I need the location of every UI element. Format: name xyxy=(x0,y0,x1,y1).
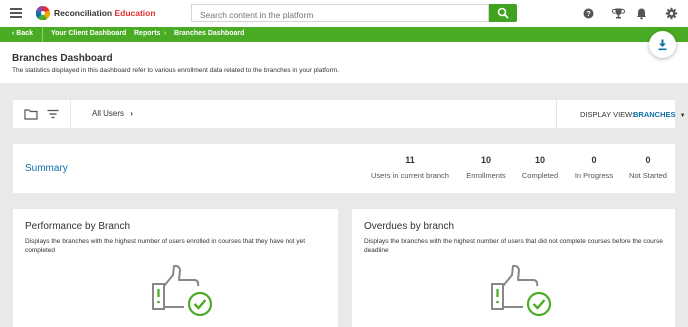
filter-bar: All Users › DISPLAY VIEW: BRANCHES ▼ xyxy=(13,100,686,128)
page-header: Branches Dashboard The statistics displa… xyxy=(0,42,688,83)
search-input[interactable] xyxy=(192,7,488,23)
download-button[interactable] xyxy=(649,31,676,58)
thumbs-up-check-icon xyxy=(491,264,552,317)
caret-down-icon: ▼ xyxy=(679,113,686,119)
gear-icon[interactable] xyxy=(665,7,678,20)
card-title: Overdues by branch xyxy=(364,221,455,232)
stat-label-not-started: Not Started xyxy=(629,171,667,180)
divider xyxy=(42,27,43,42)
display-view-dropdown[interactable]: BRANCHES ▼ xyxy=(633,110,686,119)
all-users-selector[interactable]: All Users › xyxy=(92,109,133,118)
brand-main: Reconciliation xyxy=(54,8,113,18)
svg-text:?: ? xyxy=(586,11,590,18)
back-label: Back xyxy=(16,30,34,37)
back-button[interactable]: ‹ Back xyxy=(12,30,33,37)
overdues-by-branch-card: Overdues by branch Displays the branches… xyxy=(352,209,675,327)
bell-icon[interactable] xyxy=(635,7,648,20)
brand-accent: Education xyxy=(114,8,156,18)
chevron-left-icon: ‹ xyxy=(12,30,15,37)
divider xyxy=(70,100,71,128)
folder-icon[interactable] xyxy=(24,108,38,120)
page-description: The statistics displayed in this dashboa… xyxy=(12,67,339,74)
download-icon xyxy=(658,39,667,51)
card-title: Performance by Branch xyxy=(25,221,131,232)
chevron-right-icon: › xyxy=(124,30,127,37)
divider xyxy=(556,100,557,128)
card-description: Displays the branches with the highest n… xyxy=(364,238,663,254)
performance-by-branch-card: Performance by Branch Displays the branc… xyxy=(13,209,338,327)
stat-value-not-started: 0 xyxy=(645,155,651,165)
top-bar: Reconciliation Education ? xyxy=(0,0,688,27)
brand-name[interactable]: Reconciliation Education xyxy=(54,8,156,18)
card-description: Displays the branches with the highest n… xyxy=(25,238,306,254)
display-view-label: DISPLAY VIEW: xyxy=(580,110,635,119)
breadcrumb-item-client-dashboard[interactable]: Your Client Dashboard xyxy=(51,30,126,37)
search-icon xyxy=(497,7,509,19)
breadcrumb-item-reports[interactable]: Reports xyxy=(134,30,160,37)
chevron-right-icon: › xyxy=(130,109,133,118)
display-view-value: BRANCHES xyxy=(633,110,676,119)
summary-panel: Summary 11 Users in current branch 10 En… xyxy=(13,144,675,193)
logo-icon xyxy=(36,6,50,20)
all-users-label: All Users xyxy=(92,109,125,118)
summary-title[interactable]: Summary xyxy=(25,163,68,174)
chevron-right-icon: › xyxy=(164,30,167,37)
page-title: Branches Dashboard xyxy=(12,53,113,64)
breadcrumb: ‹ Back Your Client Dashboard › Reports ›… xyxy=(0,27,688,42)
trophy-icon[interactable] xyxy=(612,7,625,20)
help-icon[interactable]: ? xyxy=(582,7,595,20)
filter-icon[interactable] xyxy=(47,109,59,119)
hamburger-menu-icon[interactable] xyxy=(10,8,22,18)
breadcrumb-item-current: Branches Dashboard xyxy=(174,30,245,37)
thumbs-up-check-icon xyxy=(152,264,213,317)
search-button[interactable] xyxy=(489,4,517,22)
search-box xyxy=(191,4,489,23)
